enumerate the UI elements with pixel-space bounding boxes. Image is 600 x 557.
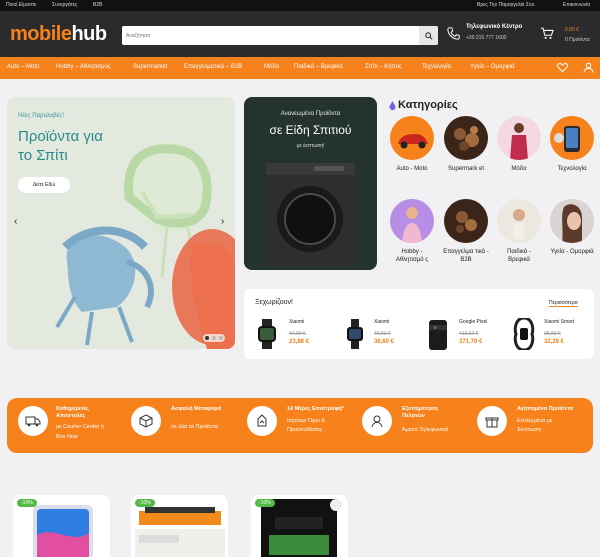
benefit-text: Προϋποθέσεις (287, 427, 323, 433)
smart-band-image (513, 318, 535, 350)
site-header: mobilehub Τηλεφωνικό Κέντρο +30 215 777 … (0, 11, 600, 57)
cart-count: 0 Προϊόντα (565, 37, 590, 43)
cart-icon[interactable] (540, 27, 554, 40)
product-card[interactable]: -10% (13, 495, 110, 557)
category-image (444, 199, 488, 243)
topbar-link-b2b[interactable]: B2B (93, 2, 102, 8)
category-image (444, 116, 488, 160)
phone-icon (447, 27, 460, 40)
smartwatch-image (258, 319, 276, 349)
gift-icon (485, 417, 499, 428)
benefit-icon-circle (131, 406, 161, 436)
benefit-title: Εξυπηρέτηση Πελατών (402, 406, 438, 419)
nav-item-technology[interactable]: Τεχνολογία (422, 64, 451, 70)
nav-item-kids[interactable]: Παιδικά – Βρεφικά (294, 64, 343, 70)
nav-item-health-beauty[interactable]: Υγεία – Ομορφιά (470, 64, 514, 70)
nav-item-hobby[interactable]: Hobby – Αθλητισμός (56, 64, 111, 70)
product-card[interactable]: -10% (251, 495, 348, 557)
benefit-text: Άμεσα Τηλεφωνικά (402, 427, 449, 433)
smartwatch-image (347, 319, 363, 349)
category-supermarket[interactable]: Supermark et (443, 116, 489, 173)
main-nav: Auto – Moto Hobby – Αθλητισμός Supermark… (0, 57, 600, 79)
benefit-title: Ασφαλή Μεταφορά (171, 406, 221, 412)
topbar-link-partners[interactable]: Συνεργάτες (52, 2, 77, 8)
benefit-text: Ισχύουν Όροι & (287, 418, 326, 424)
benefit-text: με Courier Center ή (56, 424, 104, 430)
return-icon (257, 414, 267, 427)
hero-slider: Νέες Παραλαβές! Προϊόντα για το Σπίτι Δε… (7, 97, 235, 349)
slider-dot[interactable] (219, 336, 223, 340)
slider-prev-arrow[interactable]: ‹ (14, 216, 17, 227)
category-auto-moto[interactable]: Auto - Moto (389, 116, 435, 173)
site-logo[interactable]: mobilehub (10, 23, 107, 46)
benefit-icon-circle (18, 406, 48, 436)
topbar-link-contact[interactable]: Επικοινωνία (563, 2, 590, 8)
category-technology[interactable]: Τεχνολογία (549, 116, 595, 173)
category-drop-icon (389, 101, 396, 110)
featured-title: Ξεχωρίζουν! (255, 299, 293, 306)
heart-icon[interactable] (557, 62, 568, 73)
category-image (497, 199, 541, 243)
topbar-link-about[interactable]: Ποιοί Είμαστε (6, 2, 36, 8)
category-image (550, 116, 594, 160)
discount-badge: -10% (255, 499, 275, 507)
nav-item-fashion[interactable]: Μόδα (264, 64, 279, 70)
benefit-icon-circle (362, 406, 392, 436)
slider-dots (203, 334, 225, 342)
support-icon (371, 415, 383, 428)
hero-cta-button[interactable]: Δείτε Εδώ (18, 177, 70, 193)
search-button[interactable] (419, 26, 438, 45)
category-health-beauty[interactable]: Υγεία - Ομορφιά (549, 199, 595, 256)
benefits-band: Καθημερινές Αποστολές με Courier Center … (7, 398, 593, 453)
slider-dot-active[interactable] (205, 336, 209, 340)
benefit-text: Box Now (56, 434, 79, 440)
box-icon (139, 414, 153, 428)
category-fashion[interactable]: Μόδα (496, 116, 542, 173)
hero-title: Προϊόντα για το Σπίτι (18, 128, 103, 164)
search-icon (424, 31, 433, 40)
nav-item-supermarket[interactable]: Supermarket (133, 64, 167, 70)
category-hobby[interactable]: Hobby - Αθλητισμό ς (389, 199, 435, 264)
benefit-icon-circle (477, 406, 507, 436)
topbar-link-find-order[interactable]: Βρες Την Παραγγελία Σου (477, 2, 534, 8)
top-bar: Ποιοί Είμαστε Συνεργάτες B2B Βρες Την Πα… (0, 0, 600, 11)
benefit-text: Έκπτωση (517, 427, 541, 433)
benefit-icon-circle (247, 406, 277, 436)
category-image (550, 199, 594, 243)
hero-subtitle: Νέες Παραλαβές! (18, 113, 64, 119)
slider-next-arrow[interactable]: › (221, 216, 224, 227)
benefit-title: Καθημερινές Αποστολές (56, 406, 89, 419)
truck-icon (25, 416, 41, 427)
category-b2b[interactable]: Επαγγελμα τικά - B2B (443, 199, 489, 264)
phone-center-title: Τηλεφωνικό Κέντρο (466, 24, 523, 30)
featured-more-link[interactable]: Περισσότερα (549, 300, 578, 307)
nav-item-b2b[interactable]: Επαγγελματικά – B2B (184, 64, 242, 70)
cart-total[interactable]: 0.00 € (565, 27, 579, 33)
nav-item-auto-moto[interactable]: Auto – Moto (7, 64, 39, 70)
category-kids[interactable]: Παιδικά - Βρεφικά (496, 199, 542, 264)
benefit-title: Αγαπημένα Προϊόντα (517, 406, 573, 412)
category-image (390, 116, 434, 160)
discount-badge: -10% (17, 499, 37, 507)
search-input[interactable] (122, 26, 420, 45)
search-bar (122, 26, 438, 45)
washing-machine-image (266, 163, 355, 267)
category-image (497, 116, 541, 160)
benefit-title: 14 Μέρες Επιστροφή* (287, 406, 344, 412)
slider-dot[interactable] (212, 336, 216, 340)
promo-banner-home[interactable]: Ανανεωμένα Προϊόντα σε Είδη Σπιτιού με έ… (244, 97, 377, 270)
nav-item-home-garden[interactable]: Σπίτι – Κήπος (365, 64, 402, 70)
product-card[interactable]: -10% (131, 495, 228, 557)
benefit-text: σε όλα τα Προϊόντα (171, 424, 218, 430)
discount-badge: -10% (135, 499, 155, 507)
user-icon[interactable] (583, 62, 594, 73)
phone-image (429, 320, 447, 350)
phone-number[interactable]: +30 215 777 1600 (466, 35, 506, 41)
category-image (390, 199, 434, 243)
benefit-text: Επιλεγμένα με (517, 418, 553, 424)
categories-title: Κατηγορίες (398, 99, 458, 111)
featured-products: Ξεχωρίζουν! Περισσότερα Xiaomi 34,90 € 2… (244, 289, 594, 359)
